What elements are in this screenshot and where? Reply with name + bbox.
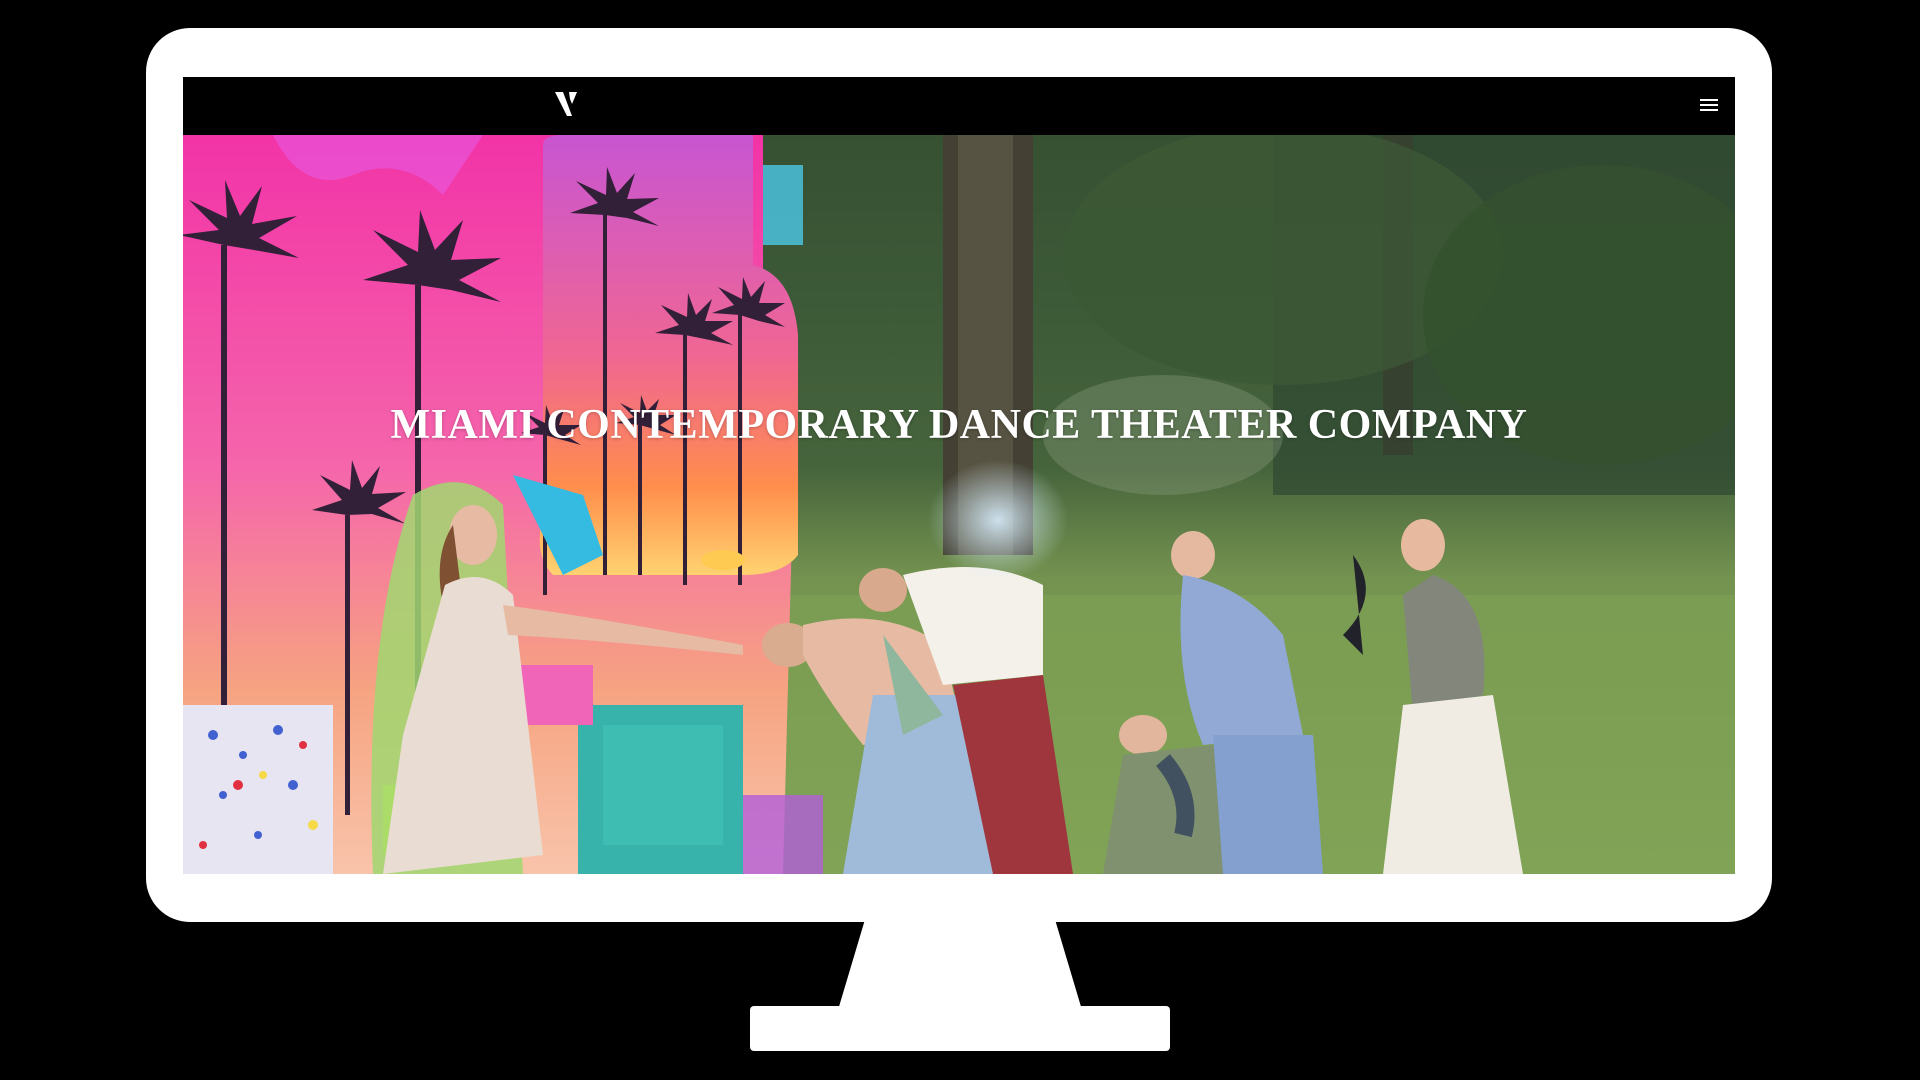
menu-bar-bottom	[1700, 109, 1718, 111]
hero-title: MIAMI CONTEMPORARY DANCE THEATER COMPANY	[390, 402, 1528, 449]
site-header	[183, 77, 1735, 135]
monitor-screen: MIAMI CONTEMPORARY DANCE THEATER COMPANY	[183, 77, 1735, 874]
hero-section: MIAMI CONTEMPORARY DANCE THEATER COMPANY	[183, 135, 1735, 874]
dancers-collage-image	[183, 135, 1735, 874]
menu-bar-top	[1700, 99, 1718, 101]
menu-bar-middle	[1700, 104, 1718, 106]
monitor-stand-base	[750, 1006, 1170, 1051]
presentation-stage: MIAMI CONTEMPORARY DANCE THEATER COMPANY	[0, 0, 1920, 1080]
monitor-stand-neck	[838, 920, 1082, 1010]
logo-home-link[interactable]	[553, 89, 581, 119]
v-monogram-logo-icon	[555, 92, 577, 116]
hamburger-menu-button[interactable]	[1695, 93, 1723, 119]
